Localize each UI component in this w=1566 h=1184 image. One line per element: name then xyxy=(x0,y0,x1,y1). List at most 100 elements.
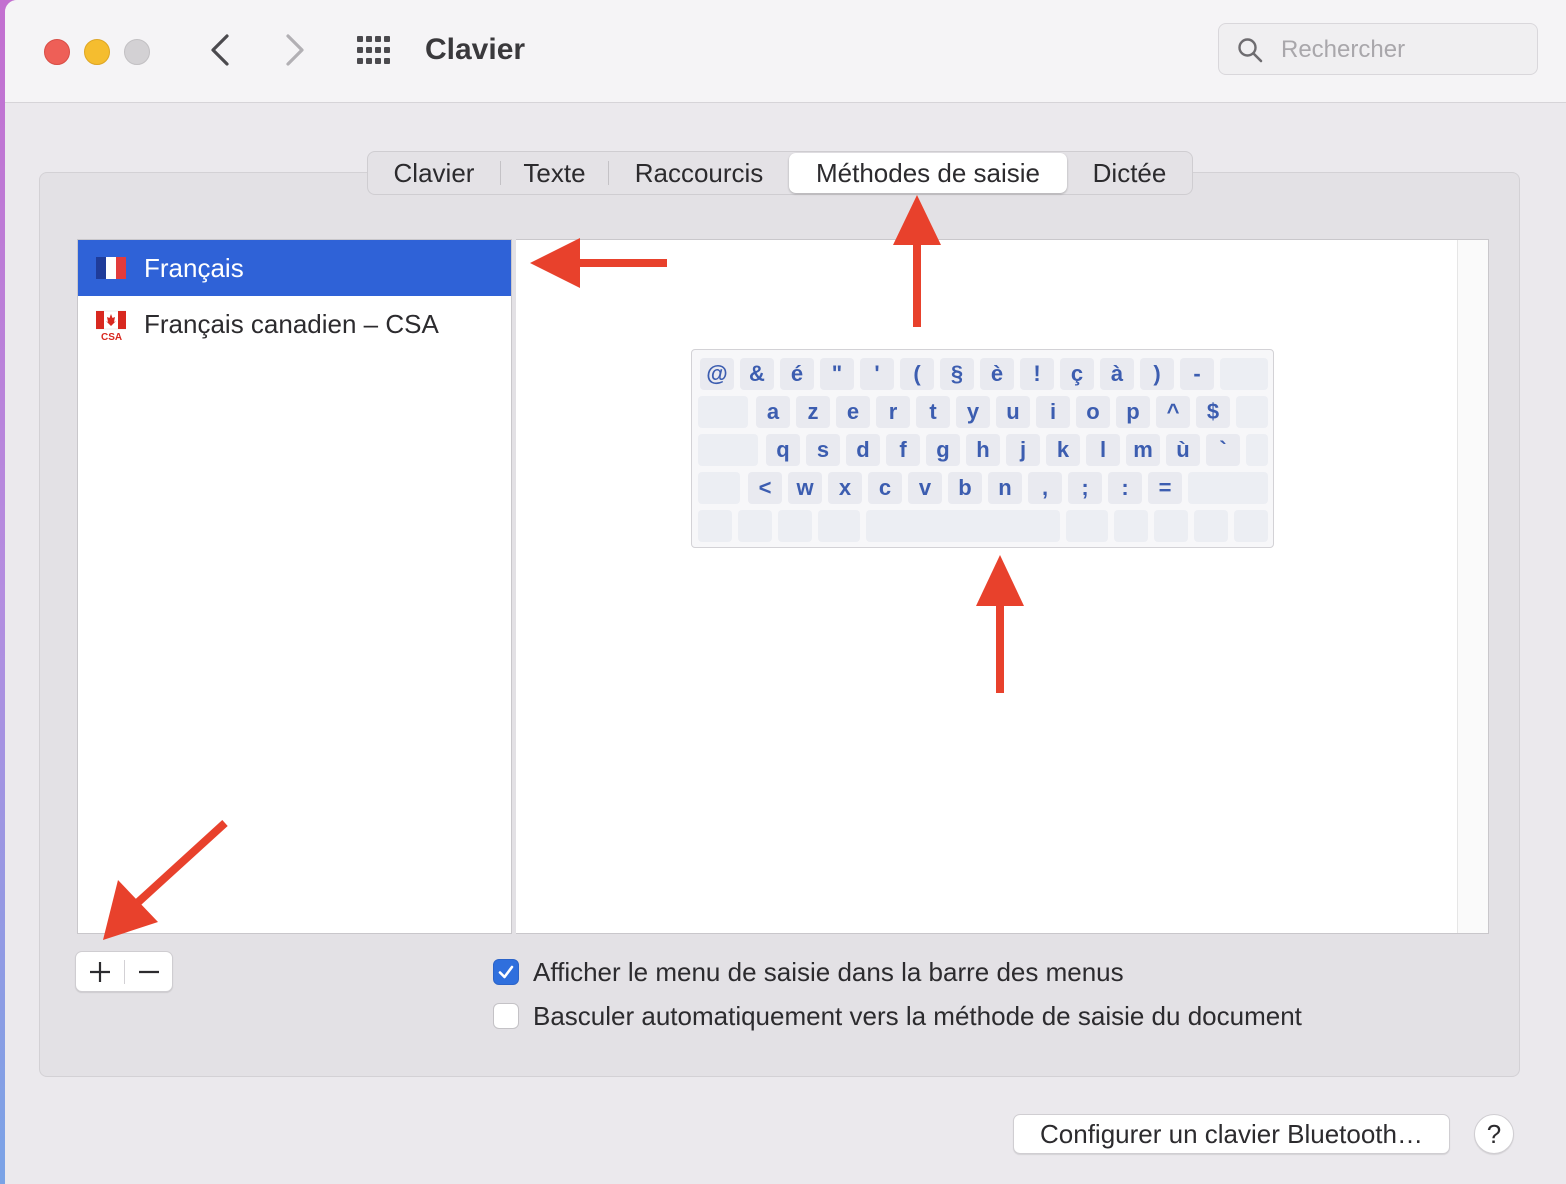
keyboard-key: z xyxy=(796,396,830,428)
keyboard-key: b xyxy=(948,472,982,504)
keyboard-key: r xyxy=(876,396,910,428)
keyboard-modifier-key xyxy=(818,510,860,542)
window-title: Clavier xyxy=(425,33,526,66)
keyboard-modifier-key xyxy=(1154,510,1188,542)
auto-switch-option[interactable]: Basculer automatiquement vers la méthode… xyxy=(493,1000,1302,1032)
forward-button[interactable] xyxy=(275,30,315,70)
keyboard-modifier-key xyxy=(698,434,758,466)
keyboard-key: & xyxy=(740,358,774,390)
search-input[interactable] xyxy=(1279,32,1533,68)
keyboard-key: @ xyxy=(700,358,734,390)
tab-raccourcis[interactable]: Raccourcis xyxy=(609,153,789,193)
keyboard-key: w xyxy=(788,472,822,504)
keyboard-key: l xyxy=(1086,434,1120,466)
checkmark-icon xyxy=(498,965,514,979)
minus-icon xyxy=(139,970,159,973)
show-all-grid-icon[interactable] xyxy=(355,34,395,68)
keyboard-key: ( xyxy=(900,358,934,390)
keyboard-key: ù xyxy=(1166,434,1200,466)
csa-flag-caption: CSA xyxy=(101,332,123,343)
keyboard-modifier-key xyxy=(1194,510,1228,542)
keyboard-key: = xyxy=(1148,472,1182,504)
keyboard-key: q xyxy=(766,434,800,466)
chevron-left-icon xyxy=(211,34,229,66)
plus-icon xyxy=(90,961,110,982)
keyboard-key: ' xyxy=(860,358,894,390)
keyboard-key: x xyxy=(828,472,862,504)
input-source-label: Français xyxy=(144,253,244,283)
configure-bluetooth-keyboard-button[interactable]: Configurer un clavier Bluetooth… xyxy=(1013,1114,1450,1154)
tab-clavier[interactable]: Clavier xyxy=(368,153,500,193)
input-sources-list: Français CSA Français canadien – CSA xyxy=(77,239,512,934)
keyboard-key: : xyxy=(1108,472,1142,504)
keyboard-key: ! xyxy=(1020,358,1054,390)
keyboard-key: a xyxy=(756,396,790,428)
search-field[interactable] xyxy=(1218,23,1538,75)
add-remove-control xyxy=(75,951,173,992)
tab-bar: Clavier Texte Raccourcis Méthodes de sai… xyxy=(367,151,1193,195)
keyboard-modifier-key xyxy=(1220,358,1268,390)
keyboard-key: d xyxy=(846,434,880,466)
keyboard-modifier-key xyxy=(698,472,740,504)
keyboard-key: m xyxy=(1126,434,1160,466)
input-source-francais[interactable]: Français xyxy=(78,240,511,296)
keyboard-key: ; xyxy=(1068,472,1102,504)
back-button[interactable] xyxy=(200,30,240,70)
keyboard-modifier-key xyxy=(1188,472,1268,504)
keyboard-key: ç xyxy=(1060,358,1094,390)
keyboard-key: $ xyxy=(1196,396,1230,428)
keyboard-key: ^ xyxy=(1156,396,1190,428)
title-bar: Clavier xyxy=(5,0,1566,103)
tab-dictee[interactable]: Dictée xyxy=(1067,153,1192,193)
keyboard-key: ) xyxy=(1140,358,1174,390)
keyboard-modifier-key xyxy=(1234,510,1268,542)
minimize-window-button[interactable] xyxy=(84,39,110,65)
france-flag-icon xyxy=(96,257,126,279)
tab-methodes-de-saisie[interactable]: Méthodes de saisie xyxy=(789,153,1067,193)
keyboard-modifier-key xyxy=(1236,396,1268,428)
keyboard-key: f xyxy=(886,434,920,466)
keyboard-layout-preview: @ & é " '(§ è! ç à) - a z e r t y u i o p ^ $ q s d f g h j k l m ù ` < w x… xyxy=(691,349,1274,548)
keyboard-preview-area xyxy=(516,239,1489,934)
keyboard-modifier-key xyxy=(698,396,748,428)
keyboard-key: - xyxy=(1180,358,1214,390)
keyboard-key: k xyxy=(1046,434,1080,466)
keyboard-key: e xyxy=(836,396,870,428)
tab-texte[interactable]: Texte xyxy=(501,153,608,193)
show-input-menu-option[interactable]: Afficher le menu de saisie dans la barre… xyxy=(493,956,1124,988)
keyboard-key: o xyxy=(1076,396,1110,428)
keyboard-key: v xyxy=(908,472,942,504)
remove-input-source-button[interactable] xyxy=(125,952,173,991)
keyboard-key: c xyxy=(868,472,902,504)
keyboard-modifier-key xyxy=(1246,434,1268,466)
keyboard-key: n xyxy=(988,472,1022,504)
keyboard-key: è xyxy=(980,358,1014,390)
keyboard-key: ` xyxy=(1206,434,1240,466)
keyboard-key: g xyxy=(926,434,960,466)
auto-switch-checkbox[interactable] xyxy=(493,1003,519,1029)
keyboard-key: y xyxy=(956,396,990,428)
scrollbar-track[interactable] xyxy=(1457,240,1488,933)
keyboard-key: t xyxy=(916,396,950,428)
zoom-window-button[interactable] xyxy=(124,39,150,65)
keyboard-key: , xyxy=(1028,472,1062,504)
keyboard-key: j xyxy=(1006,434,1040,466)
keyboard-key: u xyxy=(996,396,1030,428)
add-input-source-button[interactable] xyxy=(76,952,124,991)
keyboard-key: i xyxy=(1036,396,1070,428)
keyboard-key: h xyxy=(966,434,1000,466)
input-source-francais-canadien-csa[interactable]: CSA Français canadien – CSA xyxy=(78,296,511,352)
show-input-menu-checkbox[interactable] xyxy=(493,959,519,985)
keyboard-key: à xyxy=(1100,358,1134,390)
keyboard-key: p xyxy=(1116,396,1150,428)
help-button[interactable]: ? xyxy=(1474,1114,1514,1154)
keyboard-modifier-key xyxy=(1066,510,1108,542)
keyboard-spacebar xyxy=(866,510,1060,542)
close-window-button[interactable] xyxy=(44,39,70,65)
search-icon xyxy=(1238,38,1263,63)
keyboard-key: " xyxy=(820,358,854,390)
keyboard-key: é xyxy=(780,358,814,390)
show-input-menu-label: Afficher le menu de saisie dans la barre… xyxy=(533,956,1124,987)
chevron-right-icon xyxy=(286,34,304,66)
keyboard-modifier-key xyxy=(778,510,812,542)
